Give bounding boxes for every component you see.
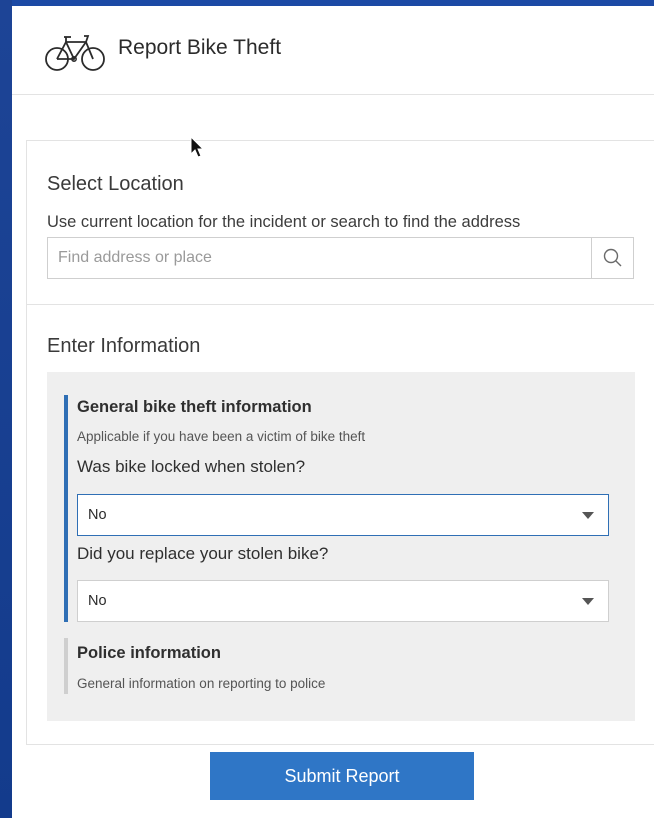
bike-replaced-select[interactable]: No [77, 580, 609, 622]
chevron-down-icon [582, 598, 594, 605]
bike-locked-value: No [88, 507, 107, 523]
report-form: Select Location Use current location for… [26, 140, 654, 745]
location-search [47, 237, 634, 279]
app-title: Report Bike Theft [118, 36, 282, 59]
window-left-edge [0, 0, 12, 818]
submit-report-button[interactable]: Submit Report [210, 752, 474, 800]
group-description-police: General information on reporting to poli… [77, 676, 326, 691]
group-title-general[interactable]: General bike theft information [77, 398, 312, 417]
location-instructions: Use current location for the incident or… [47, 213, 521, 231]
location-search-input[interactable] [48, 238, 593, 278]
section-divider [27, 304, 654, 305]
field-label-bike-replaced: Did you replace your stolen bike? [77, 544, 329, 563]
report-panel: Report Bike Theft Select Location Use cu… [12, 6, 654, 818]
search-icon [603, 248, 622, 267]
search-button[interactable] [591, 238, 633, 278]
app-header: Report Bike Theft [12, 6, 654, 95]
group-inactive-indicator [64, 638, 68, 694]
information-groups: General bike theft information Applicabl… [47, 372, 635, 721]
enter-information-heading: Enter Information [47, 335, 201, 357]
group-active-indicator [64, 395, 68, 622]
field-label-bike-locked: Was bike locked when stolen? [77, 457, 306, 476]
bicycle-icon [45, 35, 105, 71]
select-location-heading: Select Location [47, 173, 184, 195]
mouse-cursor-icon [190, 136, 205, 158]
bike-replaced-value: No [88, 593, 107, 609]
bike-locked-select[interactable]: No [77, 494, 609, 536]
chevron-down-icon [582, 512, 594, 519]
group-description-general: Applicable if you have been a victim of … [77, 429, 366, 444]
group-title-police[interactable]: Police information [77, 644, 221, 663]
